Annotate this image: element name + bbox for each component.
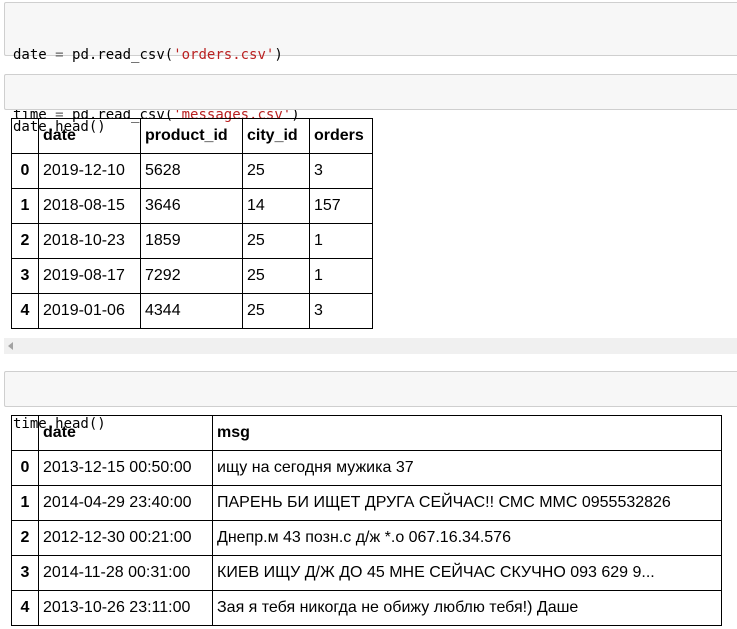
row-index: 4	[11, 293, 39, 329]
row-index: 3	[11, 258, 39, 294]
table-cell: 2019-01-06	[38, 293, 141, 329]
table-row: 0 2019-12-10 5628 25 3	[11, 153, 373, 189]
row-index: 4	[11, 590, 39, 626]
column-header-date: date	[38, 118, 141, 154]
index-header	[11, 415, 39, 451]
row-index: 3	[11, 555, 39, 591]
table-cell: 14	[242, 188, 310, 224]
orders-dataframe-table: date product_id city_id orders 0 2019-12…	[11, 118, 373, 329]
table-cell: 2019-08-17	[38, 258, 141, 294]
table-cell: 4344	[140, 293, 243, 329]
table-row: 1 2014-04-29 23:40:00 ПАРЕНЬ БИ ИЩЕТ ДРУ…	[11, 485, 722, 521]
code-line: date = pd.read_csv('orders.csv')	[13, 45, 729, 65]
row-index: 2	[11, 223, 39, 259]
code-cell-time-head[interactable]: time.head()	[4, 371, 737, 432]
table-row: 4 2013-10-26 23:11:00 Зая я тебя никогда…	[11, 590, 722, 626]
row-index: 0	[11, 153, 39, 189]
table-cell: 25	[242, 153, 310, 189]
code-call: pd.read_csv(	[72, 47, 174, 63]
table-cell: 1	[309, 223, 373, 259]
table-cell: 3	[309, 293, 373, 329]
table-row: 1 2018-08-15 3646 14 157	[11, 188, 373, 224]
table-row: 0 2013-12-15 00:50:00 ищу на сегодня муж…	[11, 450, 722, 486]
table-cell: 25	[242, 258, 310, 294]
column-header-product-id: product_id	[140, 118, 243, 154]
table-header-row: date product_id city_id orders	[11, 118, 373, 154]
index-header	[11, 118, 39, 154]
table-cell: 157	[309, 188, 373, 224]
table-header-row: date msg	[11, 415, 722, 451]
table-cell: 1	[309, 258, 373, 294]
table-cell: 2019-12-10	[38, 153, 141, 189]
table-row: 3 2019-08-17 7292 25 1	[11, 258, 373, 294]
row-index: 2	[11, 520, 39, 556]
column-header-orders: orders	[309, 118, 373, 154]
code-cell-date-head[interactable]: date.head()	[4, 74, 737, 135]
table-cell: 2013-12-15 00:50:00	[38, 450, 213, 486]
code-cell-read-csv[interactable]: date = pd.read_csv('orders.csv') time = …	[4, 2, 737, 123]
table-cell: 2014-11-28 00:31:00	[38, 555, 213, 591]
table-row: 3 2014-11-28 00:31:00 КИЕВ ИЩУ Д/Ж ДО 45…	[11, 555, 722, 591]
table-cell: 25	[242, 293, 310, 329]
table-cell: 2018-08-15	[38, 188, 141, 224]
table-row: 4 2019-01-06 4344 25 3	[11, 293, 373, 329]
table-cell: Днепр.м 43 позн.с д/ж *.о 067.16.34.576	[212, 520, 722, 556]
messages-dataframe-table: date msg 0 2013-12-15 00:50:00 ищу на се…	[11, 415, 722, 626]
row-index: 1	[11, 485, 39, 521]
row-index: 1	[11, 188, 39, 224]
row-index: 0	[11, 450, 39, 486]
table-row: 2 2012-12-30 00:21:00 Днепр.м 43 позн.с …	[11, 520, 722, 556]
code-paren: )	[274, 47, 283, 63]
table-cell: ПАРЕНЬ БИ ИЩЕТ ДРУГА СЕЙЧАС!! СМС ММС 09…	[212, 485, 722, 521]
horizontal-scrollbar[interactable]	[4, 338, 737, 354]
table-cell: КИЕВ ИЩУ Д/Ж ДО 45 МНЕ СЕЙЧАС СКУЧНО 093…	[212, 555, 722, 591]
table-cell: 5628	[140, 153, 243, 189]
table-cell: 25	[242, 223, 310, 259]
code-operator: =	[55, 47, 64, 63]
table-cell: 1859	[140, 223, 243, 259]
column-header-msg: msg	[212, 415, 722, 451]
table-cell: Зая я тебя никогда не обижу люблю тебя!)…	[212, 590, 722, 626]
table-cell: 2013-10-26 23:11:00	[38, 590, 213, 626]
table-cell: 3646	[140, 188, 243, 224]
table-row: 2 2018-10-23 1859 25 1	[11, 223, 373, 259]
table-cell: 3	[309, 153, 373, 189]
scroll-left-arrow-icon[interactable]	[8, 342, 13, 350]
code-var: date	[13, 47, 47, 63]
column-header-city-id: city_id	[242, 118, 310, 154]
column-header-date: date	[38, 415, 213, 451]
table-cell: 2012-12-30 00:21:00	[38, 520, 213, 556]
table-cell: 2018-10-23	[38, 223, 141, 259]
table-cell: 2014-04-29 23:40:00	[38, 485, 213, 521]
table-cell: ищу на сегодня мужика 37	[212, 450, 722, 486]
code-string: 'orders.csv'	[173, 47, 275, 63]
table-cell: 7292	[140, 258, 243, 294]
